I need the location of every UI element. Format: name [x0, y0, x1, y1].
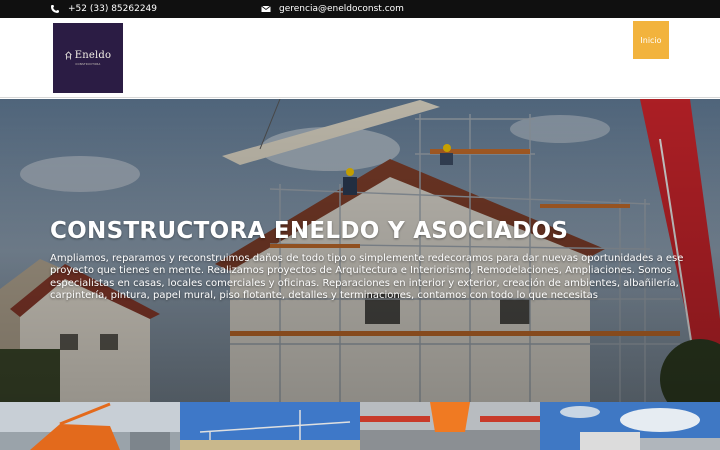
gallery-image-bucket[interactable] [360, 402, 540, 450]
project-gallery [0, 402, 720, 450]
email-address: gerencia@eneldoconst.com [279, 4, 404, 14]
tower-crane-photo [180, 402, 360, 450]
crane-photo [0, 402, 180, 450]
nav-home-button[interactable]: Inicio [633, 21, 669, 59]
company-logo[interactable]: Eneldo CONSTRUCTORA [53, 23, 123, 93]
logo-tagline: CONSTRUCTORA [75, 63, 101, 66]
site-header: Eneldo CONSTRUCTORA Inicio [0, 18, 720, 98]
gallery-image-building[interactable] [540, 402, 720, 450]
phone-icon [51, 5, 59, 13]
building-photo [540, 402, 720, 450]
hero-description: Ampliamos, reparamos y reconstruimos dañ… [50, 253, 684, 302]
hero-title: CONSTRUCTORA ENELDO Y ASOCIADOS [50, 218, 569, 244]
email-contact[interactable]: gerencia@eneldoconst.com [261, 4, 404, 14]
hero-banner: CONSTRUCTORA ENELDO Y ASOCIADOS Ampliamo… [0, 99, 720, 402]
contact-bar: +52 (33) 85262249 gerencia@eneldoconst.c… [0, 0, 720, 18]
phone-contact[interactable]: +52 (33) 85262249 [50, 4, 157, 14]
concrete-bucket-photo [360, 402, 540, 450]
phone-number: +52 (33) 85262249 [68, 4, 157, 14]
gallery-image-crane[interactable] [0, 402, 180, 450]
envelope-icon [261, 5, 271, 12]
house-mark-icon [64, 51, 72, 60]
hero-background-image [0, 99, 720, 402]
gallery-image-towers[interactable] [180, 402, 360, 450]
logo-brand: Eneldo [74, 50, 112, 61]
